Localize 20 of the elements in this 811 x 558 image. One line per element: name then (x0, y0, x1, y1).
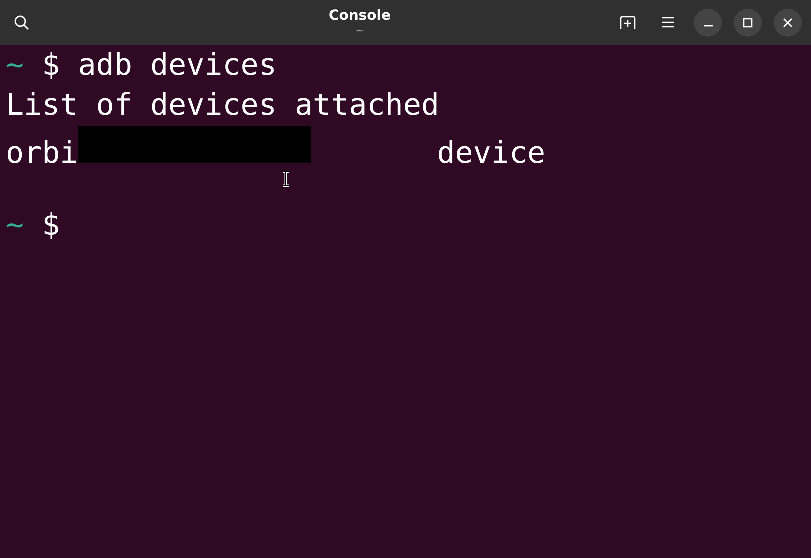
prompt-directory: ~ (6, 208, 24, 243)
device-serial: orbi (6, 136, 78, 171)
close-icon (783, 18, 793, 28)
prompt-symbol: $ (42, 48, 60, 83)
text-cursor-icon (281, 171, 291, 187)
prompt-directory: ~ (6, 48, 24, 83)
maximize-icon (743, 18, 753, 28)
prompt-symbol: $ (42, 208, 60, 243)
new-tab-icon (620, 16, 636, 30)
command-text: adb devices (78, 48, 277, 83)
window-title: Console (328, 8, 392, 25)
minimize-button[interactable] (694, 8, 722, 36)
minimize-icon (704, 24, 712, 26)
device-state: device (437, 136, 546, 171)
menu-icon (662, 17, 674, 28)
search-icon (14, 14, 30, 30)
close-button[interactable] (774, 8, 802, 36)
window-subtitle: ~ (356, 27, 364, 37)
maximize-button[interactable] (734, 8, 762, 36)
output-line: List of devices attached (6, 88, 440, 123)
